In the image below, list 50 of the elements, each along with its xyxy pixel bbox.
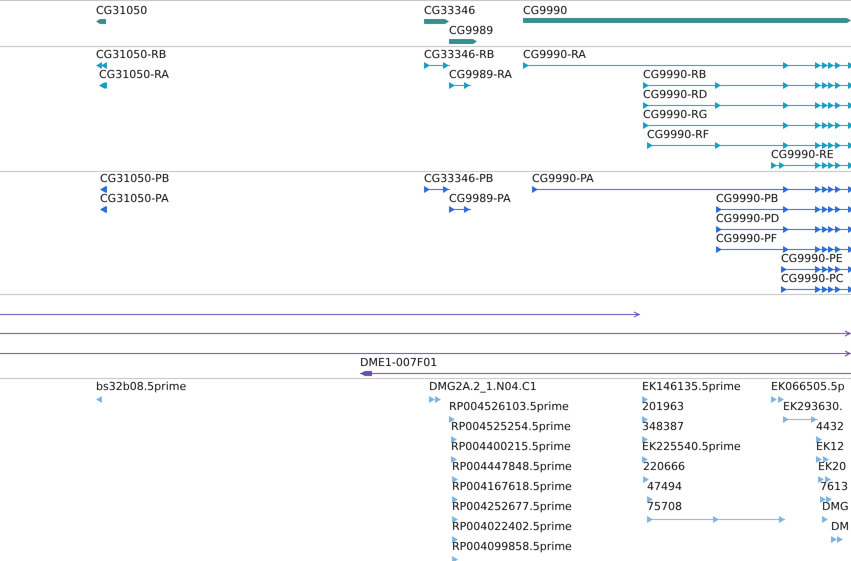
feature-label: CG31050-RB bbox=[96, 48, 166, 61]
feature-label: RP004447848.5prime bbox=[452, 460, 572, 473]
feature-label: CG33346 bbox=[424, 4, 476, 17]
feature-label: RP004167618.5prime bbox=[452, 480, 572, 493]
feature-label: CG9990-PF bbox=[716, 232, 778, 245]
feature-label: CG33346-RB bbox=[424, 48, 494, 61]
feature-label: EK20 bbox=[818, 460, 846, 473]
feature-label: DME1-007F01 bbox=[360, 356, 438, 369]
feature-label: RP004400215.5prime bbox=[451, 440, 571, 453]
feature-label: 75708 bbox=[647, 500, 682, 513]
feature-label: RP004252677.5prime bbox=[452, 500, 572, 513]
feature-label: RP004099858.5prime bbox=[452, 540, 572, 553]
feature-label: EK293630. bbox=[783, 400, 843, 413]
feature-label: bs32b08.5prime bbox=[96, 380, 186, 393]
feature-label: CG33346-PB bbox=[424, 172, 494, 185]
feature-label: CG9990-RG bbox=[643, 108, 708, 121]
feature-label: CG9990-RD bbox=[643, 88, 708, 101]
feature-label: CG9990-PC bbox=[781, 272, 844, 285]
feature-label: CG9990-RA bbox=[523, 48, 586, 61]
feature-label: 220666 bbox=[643, 460, 685, 473]
feature-label: 348387 bbox=[642, 420, 684, 433]
feature-label: CG9990-RB bbox=[643, 68, 706, 81]
feature-label: 47494 bbox=[647, 480, 682, 493]
feature-label: CG9989-PA bbox=[449, 192, 511, 205]
feature-label: EK12 bbox=[816, 440, 844, 453]
feature-label: CG9990 bbox=[523, 4, 568, 17]
feature-label: CG31050-PB bbox=[100, 172, 170, 185]
feature-label: EK066505.5p bbox=[771, 380, 845, 393]
feature-label: 7613 bbox=[820, 480, 848, 493]
feature-label: CG9990-PE bbox=[781, 252, 843, 265]
feature-label: CG9990-RF bbox=[647, 128, 710, 141]
feature-label: 4432 bbox=[816, 420, 844, 433]
feature-label: RP004525254.5prime bbox=[451, 420, 571, 433]
feature-label: DMG bbox=[822, 500, 848, 513]
feature-label: CG9990-RE bbox=[771, 148, 834, 161]
feature-label: CG9989-RA bbox=[449, 68, 512, 81]
feature-label: CG9990-PA bbox=[532, 172, 594, 185]
feature-label: CG31050 bbox=[96, 4, 148, 17]
feature-label: CG9989 bbox=[449, 24, 494, 37]
feature-label: DM bbox=[831, 520, 849, 533]
feature-label: 201963 bbox=[642, 400, 684, 413]
feature-label: DMG2A.2_1.N04.C1 bbox=[429, 380, 537, 393]
feature-label: CG9990-PD bbox=[716, 212, 780, 225]
feature-label: CG31050-RA bbox=[99, 68, 169, 81]
feature-label: EK225540.5prime bbox=[642, 440, 741, 453]
feature-label: RP004022402.5prime bbox=[452, 520, 572, 533]
feature-label: CG31050-PA bbox=[100, 192, 169, 205]
feature-label: EK146135.5prime bbox=[642, 380, 741, 393]
feature-label: CG9990-PB bbox=[716, 192, 778, 205]
feature-label: RP004526103.5prime bbox=[449, 400, 569, 413]
